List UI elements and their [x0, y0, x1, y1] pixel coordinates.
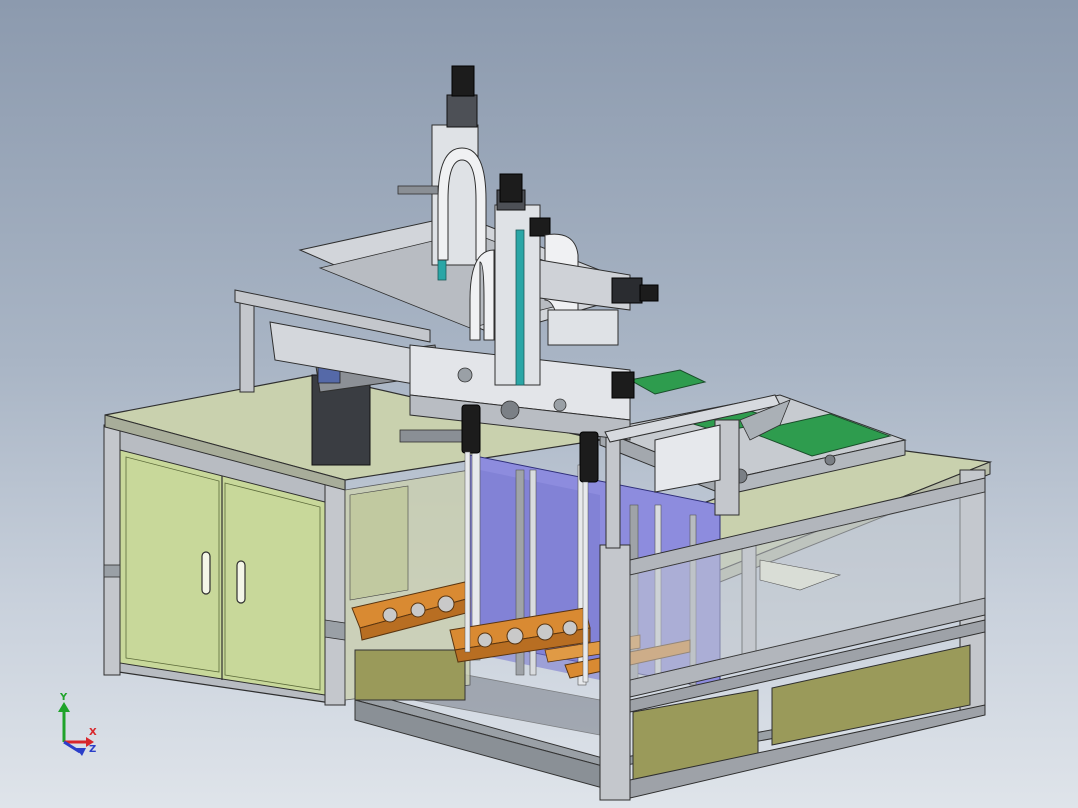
motor-left	[451, 65, 475, 97]
machine-assembly-model[interactable]: Y X Z	[0, 0, 1078, 808]
pcb-board-3	[628, 369, 707, 395]
door-handle-left	[201, 551, 211, 595]
motor-side	[611, 277, 643, 304]
x-axis-label: X	[89, 727, 97, 738]
cad-viewport[interactable]: Y X Z	[0, 0, 1078, 808]
door-handle-right	[236, 560, 246, 604]
gripper-right	[579, 431, 599, 483]
lower-left-panel	[354, 649, 466, 701]
z-axis-label: Z	[89, 744, 96, 755]
y-axis-arrowhead	[58, 702, 70, 712]
gripper-left	[461, 404, 481, 454]
y-axis-label: Y	[59, 692, 68, 703]
rail-accent-right	[515, 229, 525, 386]
coordinate-triad: Y X Z	[58, 692, 97, 756]
motor-right	[499, 173, 523, 203]
